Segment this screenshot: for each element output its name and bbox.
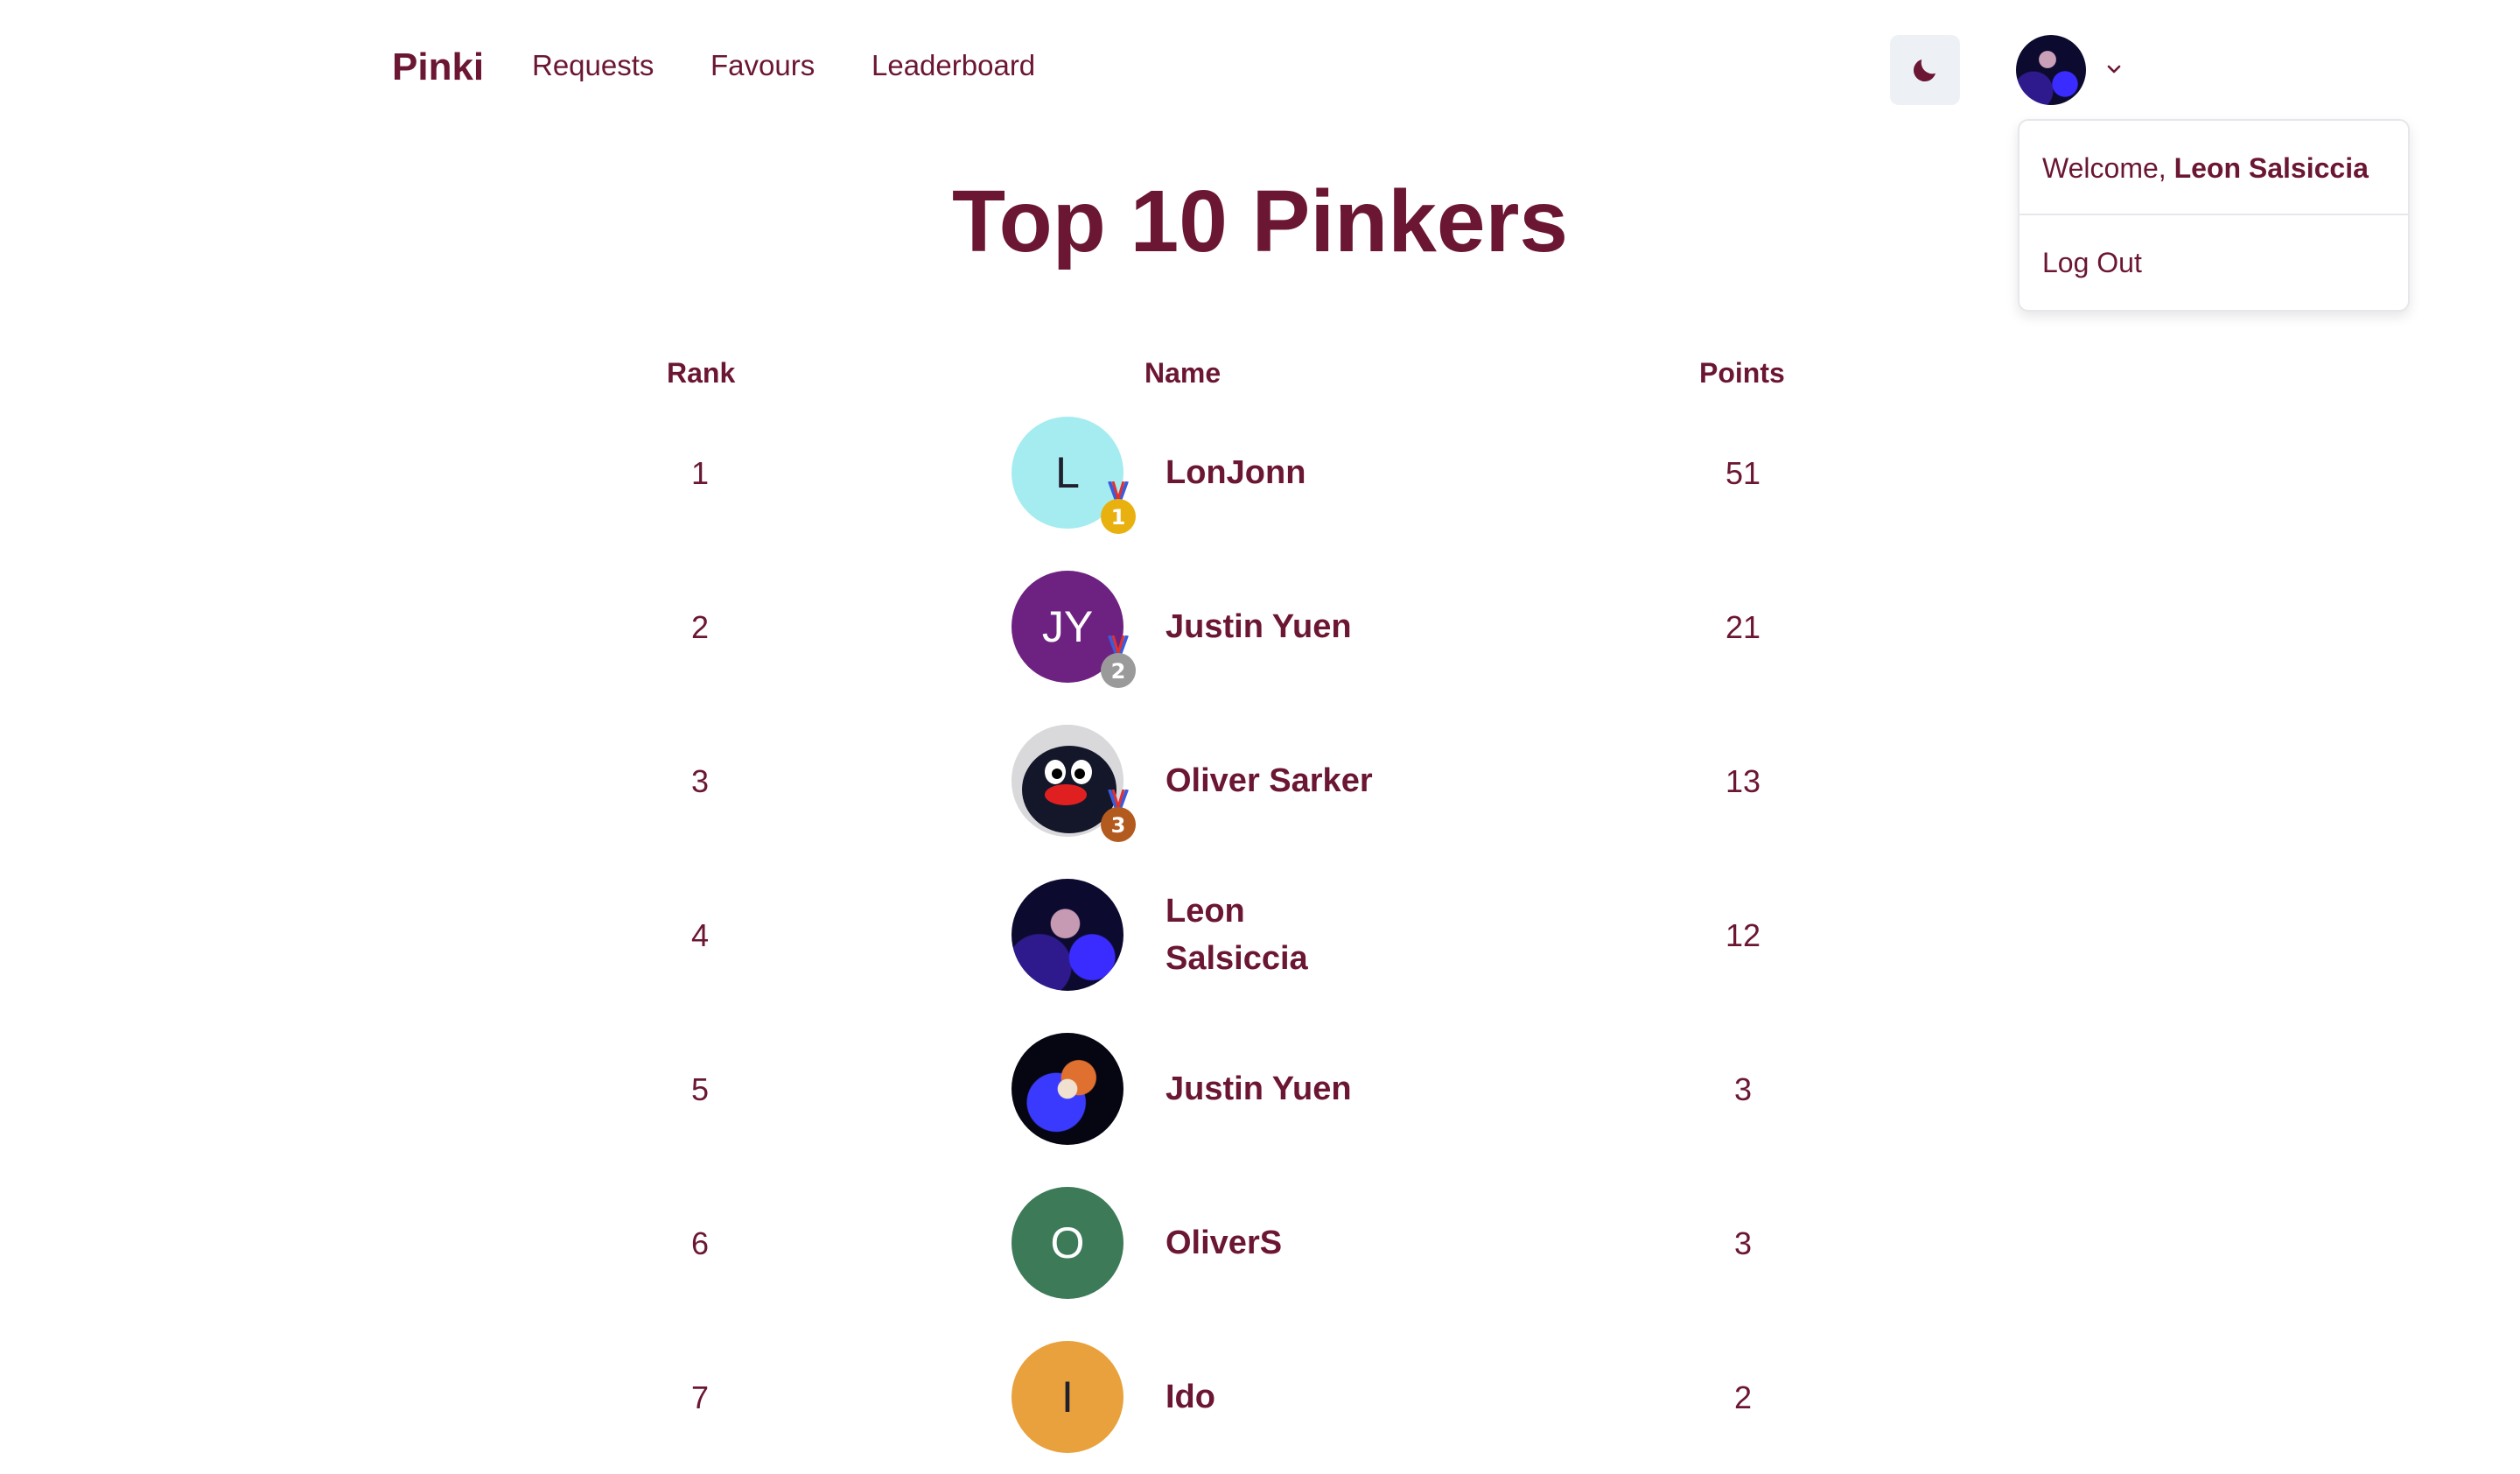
medal-icon: 1 — [1101, 481, 1136, 534]
table-row: 5 Justin Yuen 3 — [0, 1012, 2520, 1166]
points-cell: 3 — [1733, 1071, 1753, 1107]
table-row: 6 O OliverS 3 — [0, 1166, 2520, 1320]
points-cell: 3 — [1733, 1225, 1753, 1261]
table-row: 4 Leon Salsiccia 12 — [0, 858, 2520, 1012]
avatar — [1012, 879, 1124, 991]
table-row: 7 I Ido 2 — [0, 1320, 2520, 1474]
table-row: 3 3 Oliver Sarker 13 — [0, 704, 2520, 858]
points-cell: 21 — [1725, 609, 1761, 645]
column-header-rank: Rank — [667, 357, 736, 389]
rank-cell: 6 — [690, 1225, 710, 1261]
svg-text:3: 3 — [1111, 813, 1126, 838]
page-title: Top 10 Pinkers — [952, 172, 1568, 270]
nav-link-leaderboard[interactable]: Leaderboard — [872, 49, 1035, 82]
avatar: I — [1012, 1341, 1124, 1453]
rank-cell: 2 — [690, 609, 710, 645]
table-row: 1 L 1 LonJonn 51 — [0, 396, 2520, 550]
svg-text:1: 1 — [1111, 505, 1126, 530]
column-header-name: Name — [1144, 357, 1222, 389]
user-name[interactable]: LonJonn — [1166, 396, 1376, 550]
rank-cell: 3 — [690, 763, 710, 799]
table-row: 2 JY 2 Justin Yuen 21 — [0, 550, 2520, 704]
user-name[interactable]: Justin Yuen — [1166, 550, 1376, 704]
rank-cell: 5 — [690, 1071, 710, 1107]
theme-toggle-button[interactable] — [1890, 35, 1960, 105]
user-name[interactable]: Leon Salsiccia — [1166, 858, 1376, 1012]
nav-link-favours[interactable]: Favours — [710, 49, 815, 82]
user-name[interactable]: Ido — [1166, 1320, 1376, 1474]
chevron-down-icon[interactable] — [2104, 61, 2124, 79]
user-name[interactable]: OliverS — [1166, 1166, 1376, 1320]
points-cell: 12 — [1725, 917, 1761, 953]
rank-cell: 4 — [690, 917, 710, 953]
user-name[interactable]: Justin Yuen — [1166, 1012, 1376, 1166]
svg-text:2: 2 — [1111, 659, 1126, 684]
medal-icon: 2 — [1101, 635, 1136, 688]
nav-link-requests[interactable]: Requests — [532, 49, 654, 82]
points-cell: 13 — [1725, 763, 1761, 799]
points-cell: 51 — [1725, 455, 1761, 491]
avatar: O — [1012, 1187, 1124, 1299]
moon-icon — [1913, 60, 1936, 82]
column-header-points: Points — [1699, 357, 1785, 389]
user-name[interactable]: Oliver Sarker — [1166, 704, 1376, 858]
points-cell: 2 — [1733, 1379, 1753, 1415]
medal-icon: 3 — [1101, 790, 1136, 842]
avatar — [1012, 1033, 1124, 1145]
brand-logo[interactable]: Pinki — [392, 46, 484, 89]
rank-cell: 7 — [690, 1379, 710, 1415]
rank-cell: 1 — [690, 455, 710, 491]
user-avatar[interactable] — [2016, 35, 2086, 105]
